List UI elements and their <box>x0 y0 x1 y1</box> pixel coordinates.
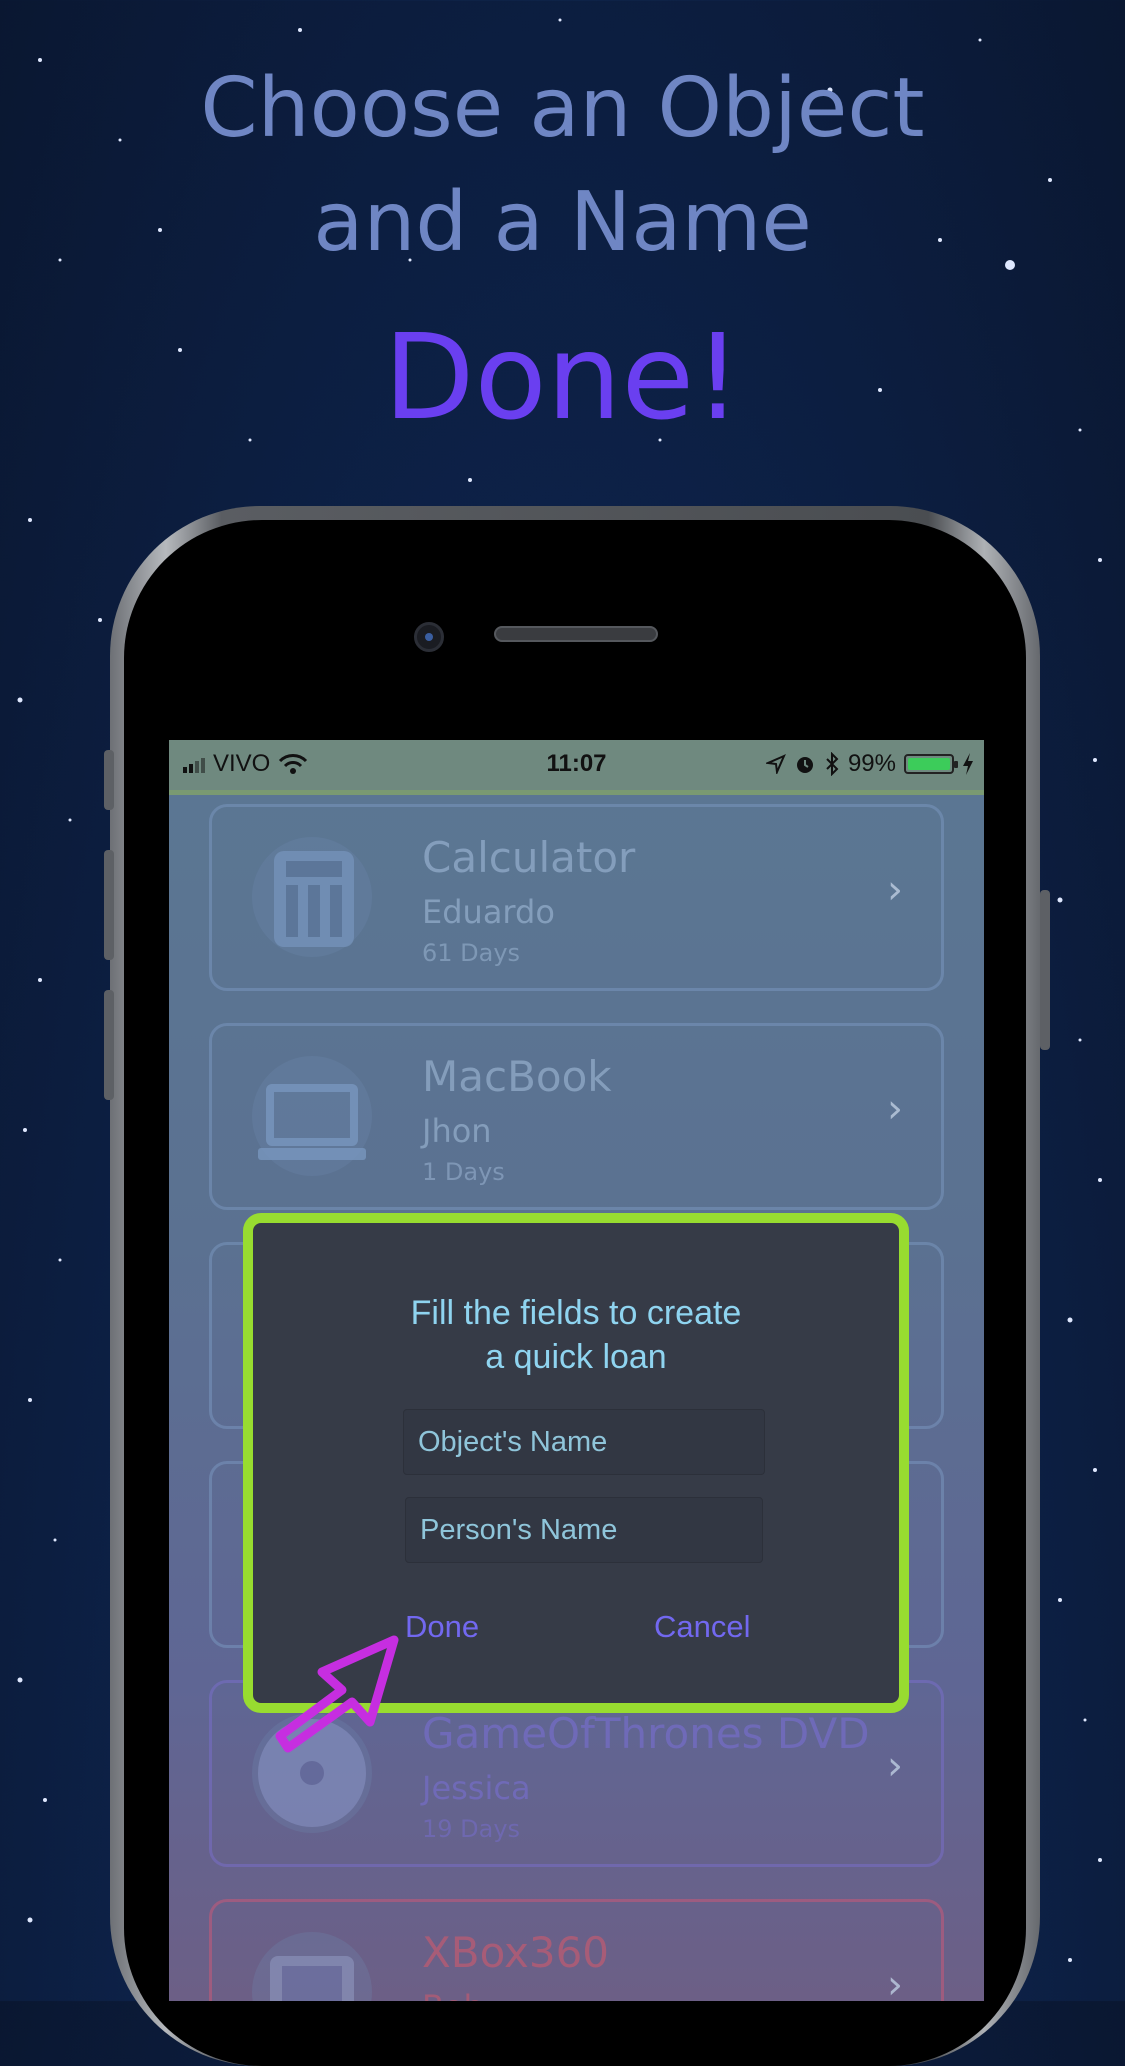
loan-days: 1 Days <box>422 1158 505 1186</box>
console-icon <box>252 1932 372 2001</box>
loan-object-name: GameOfThrones DVD <box>422 1709 870 1758</box>
status-right: 99% <box>765 750 974 778</box>
loan-days: 61 Days <box>422 939 521 967</box>
dialog-title-line-1: Fill the fields to create <box>410 1294 742 1332</box>
chevron-right-icon: › <box>887 1743 903 1789</box>
loan-object-name: MacBook <box>422 1052 612 1101</box>
headline-line-1: Choose an Object <box>200 61 925 156</box>
loan-days: 19 Days <box>422 1815 521 1843</box>
phone-volume-up <box>104 850 114 960</box>
alarm-icon <box>796 757 813 773</box>
front-camera-icon <box>414 622 444 652</box>
phone-mute-switch <box>104 750 114 810</box>
charging-icon <box>963 753 973 775</box>
headline-emphasis: Done! <box>383 308 742 446</box>
dialog-title: Fill the fields to create a quick loan <box>253 1291 899 1379</box>
status-bar: VIVO 11:07 99% <box>169 740 984 795</box>
location-icon <box>765 754 786 774</box>
calculator-icon <box>252 837 372 957</box>
pointer-arrow-icon <box>275 1635 399 1753</box>
loan-person-name: Eduardo <box>422 893 555 931</box>
loan-card[interactable]: Calculator Eduardo 61 Days › <box>209 804 944 991</box>
loan-person-name: Bob <box>422 1988 484 2001</box>
object-name-field[interactable]: Object's Name <box>403 1409 765 1475</box>
headline-line-2: and a Name <box>313 175 812 270</box>
dialog-title-line-2: a quick loan <box>485 1338 667 1376</box>
phone-volume-down <box>104 990 114 1100</box>
chevron-right-icon: › <box>887 867 903 913</box>
battery-icon <box>904 754 958 774</box>
done-button[interactable]: Done <box>405 1609 479 1645</box>
bluetooth-icon <box>826 752 839 776</box>
loan-card[interactable]: XBox360 Bob › <box>209 1899 944 2001</box>
earpiece-speaker <box>494 626 658 642</box>
loan-object-name: Calculator <box>422 833 636 882</box>
person-name-field[interactable]: Person's Name <box>405 1497 763 1563</box>
loan-card[interactable]: MacBook Jhon 1 Days › <box>209 1023 944 1210</box>
phone-power-button <box>1040 890 1050 1050</box>
loan-person-name: Jhon <box>422 1112 492 1150</box>
chevron-right-icon: › <box>887 1962 903 2001</box>
cancel-button[interactable]: Cancel <box>654 1609 751 1645</box>
battery-percent: 99% <box>847 750 896 777</box>
loan-person-name: Jessica <box>422 1769 531 1807</box>
chevron-right-icon: › <box>887 1086 903 1132</box>
laptop-icon <box>252 1056 372 1176</box>
loan-object-name: XBox360 <box>422 1928 610 1977</box>
